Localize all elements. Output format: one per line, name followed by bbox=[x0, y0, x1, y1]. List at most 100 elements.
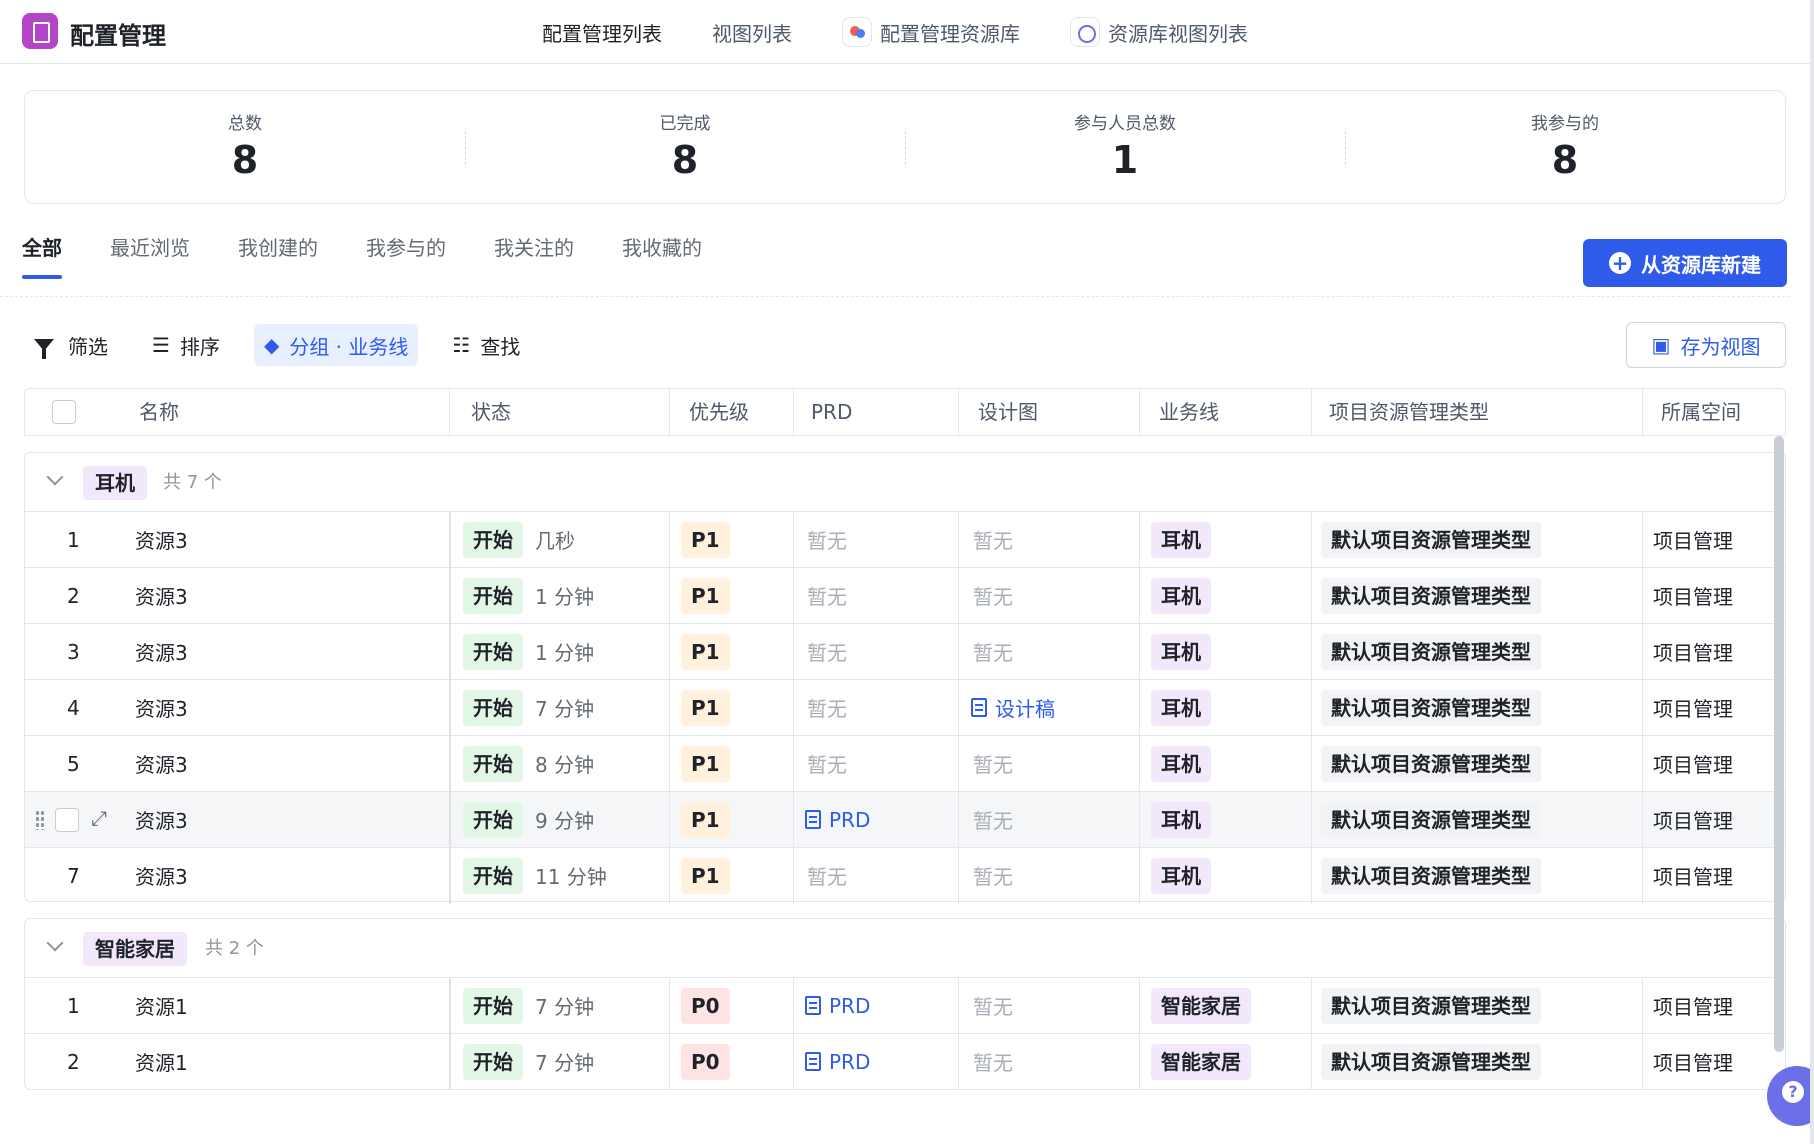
row-business-line-cell[interactable]: 耳机 bbox=[1151, 736, 1211, 791]
row-type-cell[interactable]: 默认项目资源管理类型 bbox=[1321, 978, 1541, 1033]
row-status-cell[interactable]: 开始 1 分钟 bbox=[463, 568, 594, 623]
tab-following[interactable]: 我关注的 bbox=[494, 232, 574, 279]
resource-type-tag: 默认项目资源管理类型 bbox=[1321, 745, 1541, 782]
row-name[interactable]: 资源3 bbox=[135, 792, 188, 847]
row-type-cell[interactable]: 默认项目资源管理类型 bbox=[1321, 680, 1541, 735]
row-business-line-cell[interactable]: 耳机 bbox=[1151, 568, 1211, 623]
status-badge: 开始 bbox=[463, 577, 523, 614]
row-name[interactable]: 资源1 bbox=[135, 1034, 188, 1089]
col-divider bbox=[1311, 848, 1312, 904]
row-priority-cell[interactable]: P1 bbox=[681, 792, 730, 847]
row-status-cell[interactable]: 开始 11 分钟 bbox=[463, 848, 607, 903]
col-divider bbox=[958, 680, 959, 736]
row-priority-cell[interactable]: P1 bbox=[681, 568, 730, 623]
sort-button[interactable]: ☰ 排序 bbox=[142, 324, 230, 366]
row-priority-cell[interactable]: P1 bbox=[681, 512, 730, 567]
nav-library-view-list[interactable]: 资源库视图列表 bbox=[1070, 17, 1248, 47]
table-row[interactable]: 2 资源3 开始 1 分钟 P1 暂无 暂无 耳机 默认项目资源管理类型 项目管理 bbox=[25, 567, 1785, 624]
col-resource-type[interactable]: 项目资源管理类型 bbox=[1329, 389, 1489, 435]
table-scrollbar[interactable] bbox=[1774, 436, 1784, 1052]
design-link[interactable]: 设计稿 bbox=[971, 680, 1055, 735]
row-name[interactable]: 资源3 bbox=[135, 680, 188, 735]
row-business-line-cell[interactable]: 耳机 bbox=[1151, 680, 1211, 735]
prd-link[interactable]: PRD bbox=[805, 1034, 870, 1089]
row-priority-cell[interactable]: P1 bbox=[681, 624, 730, 679]
expand-icon[interactable]: ⤢ bbox=[91, 806, 107, 830]
row-priority-cell[interactable]: P0 bbox=[681, 978, 730, 1033]
col-prd[interactable]: PRD bbox=[811, 389, 852, 435]
tab-participated[interactable]: 我参与的 bbox=[366, 232, 446, 279]
tab-favorites[interactable]: 我收藏的 bbox=[622, 232, 702, 279]
table-row[interactable]: ⤢ 资源3 开始 9 分钟 P1 PRD 暂无 耳机 默认项目资源管理类型 项目管理 bbox=[25, 791, 1785, 848]
table-row[interactable]: 3 资源3 开始 1 分钟 P1 暂无 暂无 耳机 默认项目资源管理类型 项目管理 bbox=[25, 623, 1785, 680]
row-name[interactable]: 资源3 bbox=[135, 736, 188, 791]
table-row[interactable]: 1 资源1 开始 7 分钟 P0 PRD 暂无 智能家居 默认项目资源管理类型 项目管理 bbox=[25, 977, 1785, 1034]
row-checkbox[interactable] bbox=[55, 808, 79, 832]
col-status[interactable]: 状态 bbox=[471, 389, 511, 435]
col-space[interactable]: 所属空间 bbox=[1661, 389, 1741, 435]
col-design[interactable]: 设计图 bbox=[978, 389, 1038, 435]
tab-recent[interactable]: 最近浏览 bbox=[110, 232, 190, 279]
row-name[interactable]: 资源3 bbox=[135, 624, 188, 679]
prd-empty: 暂无 bbox=[807, 585, 847, 609]
row-status-cell[interactable]: 开始 7 分钟 bbox=[463, 978, 594, 1033]
nav-view-list[interactable]: 视图列表 bbox=[712, 18, 792, 47]
save-view-button[interactable]: ▣ 存为视图 bbox=[1626, 322, 1786, 368]
drag-handle-icon[interactable] bbox=[35, 810, 45, 830]
row-name[interactable]: 资源3 bbox=[135, 568, 188, 623]
col-divider bbox=[1311, 568, 1312, 624]
row-priority-cell[interactable]: P1 bbox=[681, 848, 730, 903]
table-row[interactable]: 5 资源3 开始 8 分钟 P1 暂无 暂无 耳机 默认项目资源管理类型 项目管理 bbox=[25, 735, 1785, 792]
row-type-cell[interactable]: 默认项目资源管理类型 bbox=[1321, 568, 1541, 623]
row-status-cell[interactable]: 开始 7 分钟 bbox=[463, 1034, 594, 1089]
table-row[interactable]: 4 资源3 开始 7 分钟 P1 暂无 设计稿 耳机 默认项目资源管理类型 项目管理 bbox=[25, 679, 1785, 736]
table-row[interactable]: 2 资源1 开始 7 分钟 P0 PRD 暂无 智能家居 默认项目资源管理类型 项目管理 bbox=[25, 1033, 1785, 1090]
row-business-line-cell[interactable]: 耳机 bbox=[1151, 792, 1211, 847]
row-status-cell[interactable]: 开始 1 分钟 bbox=[463, 624, 594, 679]
chevron-down-icon[interactable] bbox=[46, 934, 64, 952]
row-name[interactable]: 资源1 bbox=[135, 978, 188, 1033]
row-status-cell[interactable]: 开始 8 分钟 bbox=[463, 736, 594, 791]
row-business-line-cell[interactable]: 耳机 bbox=[1151, 624, 1211, 679]
col-business-line[interactable]: 业务线 bbox=[1159, 389, 1219, 435]
find-button[interactable]: ☷ 查找 bbox=[442, 324, 530, 366]
row-name[interactable]: 资源3 bbox=[135, 512, 188, 567]
row-type-cell[interactable]: 默认项目资源管理类型 bbox=[1321, 1034, 1541, 1089]
help-button[interactable]: ? bbox=[1767, 1066, 1814, 1126]
group-button[interactable]: ◆ 分组 · 业务线 bbox=[253, 324, 419, 366]
row-business-line-cell[interactable]: 智能家居 bbox=[1151, 1034, 1251, 1089]
row-status-cell[interactable]: 开始 9 分钟 bbox=[463, 792, 594, 847]
row-status-cell[interactable]: 开始 7 分钟 bbox=[463, 680, 594, 735]
table-row[interactable]: 1 资源3 开始 几秒 P1 暂无 暂无 耳机 默认项目资源管理类型 项目管理 bbox=[25, 511, 1785, 568]
select-all-checkbox[interactable] bbox=[52, 400, 76, 424]
row-type-cell[interactable]: 默认项目资源管理类型 bbox=[1321, 848, 1541, 903]
new-from-library-button[interactable]: + 从资源库新建 bbox=[1583, 239, 1787, 287]
tab-all[interactable]: 全部 bbox=[22, 232, 62, 279]
row-name[interactable]: 资源3 bbox=[135, 848, 188, 903]
col-name[interactable]: 名称 bbox=[139, 389, 179, 435]
row-status-cell[interactable]: 开始 几秒 bbox=[463, 512, 575, 567]
row-priority-cell[interactable]: P1 bbox=[681, 736, 730, 791]
filter-button[interactable]: 筛选 bbox=[24, 324, 118, 366]
row-type-cell[interactable]: 默认项目资源管理类型 bbox=[1321, 624, 1541, 679]
row-business-line-cell[interactable]: 智能家居 bbox=[1151, 978, 1251, 1033]
tab-created[interactable]: 我创建的 bbox=[238, 232, 318, 279]
row-type-cell[interactable]: 默认项目资源管理类型 bbox=[1321, 792, 1541, 847]
table-row[interactable]: 7 资源3 开始 11 分钟 P1 暂无 暂无 耳机 默认项目资源管理类型 项目管理 bbox=[25, 847, 1785, 904]
nav-resource-library[interactable]: 配置管理资源库 bbox=[842, 17, 1020, 47]
group-count: 共 2 个 bbox=[205, 938, 264, 959]
prd-link[interactable]: PRD bbox=[805, 978, 870, 1033]
row-business-line-cell[interactable]: 耳机 bbox=[1151, 512, 1211, 567]
col-priority[interactable]: 优先级 bbox=[689, 389, 749, 435]
col-divider bbox=[669, 512, 670, 568]
group-header[interactable]: 耳机 共 7 个 bbox=[25, 453, 1785, 511]
prd-link[interactable]: PRD bbox=[805, 792, 870, 847]
nav-config-list[interactable]: 配置管理列表 bbox=[542, 18, 662, 47]
chevron-down-icon[interactable] bbox=[46, 468, 64, 486]
group-header[interactable]: 智能家居 共 2 个 bbox=[25, 919, 1785, 977]
row-business-line-cell[interactable]: 耳机 bbox=[1151, 848, 1211, 903]
row-priority-cell[interactable]: P1 bbox=[681, 680, 730, 735]
row-priority-cell[interactable]: P0 bbox=[681, 1034, 730, 1089]
row-type-cell[interactable]: 默认项目资源管理类型 bbox=[1321, 512, 1541, 567]
row-type-cell[interactable]: 默认项目资源管理类型 bbox=[1321, 736, 1541, 791]
